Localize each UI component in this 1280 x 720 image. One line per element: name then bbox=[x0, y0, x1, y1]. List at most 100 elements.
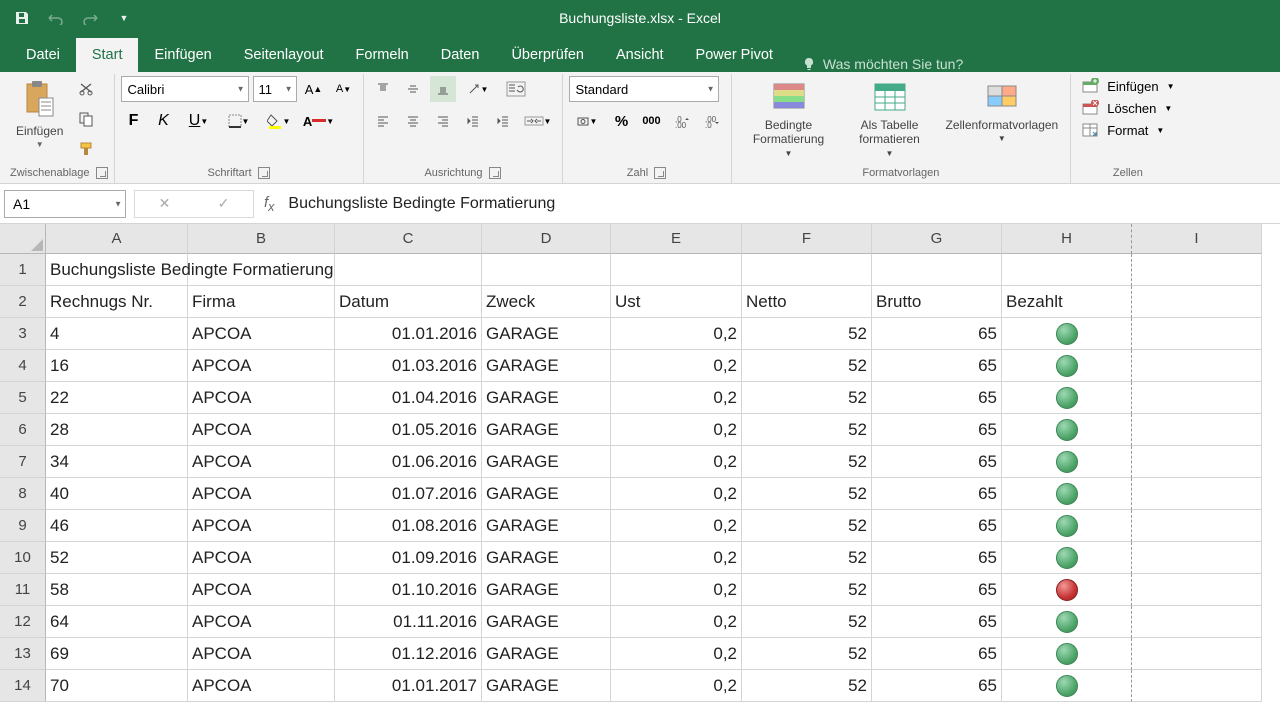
cell[interactable]: 0,2 bbox=[611, 670, 742, 702]
cell[interactable]: Rechnugs Nr. bbox=[46, 286, 188, 318]
fill-color-button[interactable]: ▼ bbox=[261, 108, 297, 134]
cell[interactable] bbox=[1002, 638, 1132, 670]
cell[interactable]: GARAGE bbox=[482, 606, 611, 638]
column-header-F[interactable]: F bbox=[742, 224, 872, 254]
cell[interactable] bbox=[1132, 350, 1262, 382]
cell[interactable] bbox=[872, 254, 1002, 286]
cell[interactable]: Brutto bbox=[872, 286, 1002, 318]
cell[interactable]: GARAGE bbox=[482, 574, 611, 606]
cell-styles-button[interactable]: Zellenformatvorlagen▼ bbox=[940, 76, 1065, 148]
row-header-12[interactable]: 12 bbox=[0, 606, 46, 638]
row-header-14[interactable]: 14 bbox=[0, 670, 46, 702]
cell[interactable]: 01.03.2016 bbox=[335, 350, 482, 382]
cell[interactable] bbox=[1002, 382, 1132, 414]
fx-icon[interactable]: fx bbox=[264, 194, 274, 214]
cell[interactable]: 22 bbox=[46, 382, 188, 414]
insert-cells-button[interactable]: Einfügen▼ bbox=[1077, 76, 1178, 96]
cell[interactable] bbox=[742, 254, 872, 286]
cell[interactable] bbox=[1002, 606, 1132, 638]
cell[interactable]: 01.08.2016 bbox=[335, 510, 482, 542]
cell[interactable]: 52 bbox=[742, 638, 872, 670]
tab-review[interactable]: Überprüfen bbox=[495, 38, 600, 72]
cell[interactable] bbox=[1132, 446, 1262, 478]
cell[interactable]: 52 bbox=[742, 574, 872, 606]
column-header-E[interactable]: E bbox=[611, 224, 742, 254]
font-size-selector[interactable]: 11▼ bbox=[253, 76, 297, 102]
clipboard-dialog-launcher[interactable] bbox=[96, 167, 108, 179]
cancel-formula-icon[interactable]: ✕ bbox=[159, 195, 171, 212]
cell[interactable]: 52 bbox=[742, 414, 872, 446]
cell[interactable]: 0,2 bbox=[611, 318, 742, 350]
align-middle[interactable] bbox=[400, 76, 426, 102]
row-header-5[interactable]: 5 bbox=[0, 382, 46, 414]
cell[interactable] bbox=[1132, 542, 1262, 574]
cell[interactable]: 65 bbox=[872, 446, 1002, 478]
column-header-G[interactable]: G bbox=[872, 224, 1002, 254]
cell[interactable]: 0,2 bbox=[611, 510, 742, 542]
cell[interactable]: 65 bbox=[872, 510, 1002, 542]
column-header-A[interactable]: A bbox=[46, 224, 188, 254]
align-center[interactable] bbox=[400, 108, 426, 134]
cell[interactable] bbox=[1132, 670, 1262, 702]
cell[interactable] bbox=[1002, 254, 1132, 286]
cell[interactable]: APCOA bbox=[188, 318, 335, 350]
font-color-button[interactable]: A ▼ bbox=[301, 108, 337, 134]
cell[interactable] bbox=[1132, 286, 1262, 318]
decrease-indent[interactable] bbox=[460, 108, 486, 134]
format-painter[interactable] bbox=[73, 136, 99, 162]
cell[interactable]: 28 bbox=[46, 414, 188, 446]
increase-font-size[interactable]: A▲ bbox=[301, 76, 327, 102]
cell[interactable]: 01.11.2016 bbox=[335, 606, 482, 638]
cell[interactable]: Bezahlt bbox=[1002, 286, 1132, 318]
cell[interactable] bbox=[1132, 478, 1262, 510]
cell[interactable] bbox=[1132, 382, 1262, 414]
cell[interactable]: 65 bbox=[872, 318, 1002, 350]
thousands-format[interactable]: 000 bbox=[639, 108, 665, 134]
cell[interactable] bbox=[1002, 478, 1132, 510]
tab-formulas[interactable]: Formeln bbox=[340, 38, 425, 72]
cell[interactable]: APCOA bbox=[188, 478, 335, 510]
cell[interactable]: APCOA bbox=[188, 414, 335, 446]
cell[interactable]: 58 bbox=[46, 574, 188, 606]
cell[interactable]: 01.06.2016 bbox=[335, 446, 482, 478]
undo-button[interactable] bbox=[44, 6, 68, 30]
row-header-1[interactable]: 1 bbox=[0, 254, 46, 286]
decrease-font-size[interactable]: A▼ bbox=[331, 76, 357, 102]
decrease-decimal[interactable]: ,00,0 bbox=[699, 108, 725, 134]
tab-view[interactable]: Ansicht bbox=[600, 38, 680, 72]
font-dialog-launcher[interactable] bbox=[258, 167, 270, 179]
italic-button[interactable]: K bbox=[151, 108, 177, 134]
cell[interactable]: APCOA bbox=[188, 542, 335, 574]
cell[interactable]: APCOA bbox=[188, 382, 335, 414]
cell[interactable]: Datum bbox=[335, 286, 482, 318]
cell[interactable]: 01.05.2016 bbox=[335, 414, 482, 446]
cell[interactable]: GARAGE bbox=[482, 542, 611, 574]
cell[interactable]: 01.07.2016 bbox=[335, 478, 482, 510]
cell[interactable]: 70 bbox=[46, 670, 188, 702]
tab-home[interactable]: Start bbox=[76, 38, 139, 72]
cell[interactable]: GARAGE bbox=[482, 350, 611, 382]
align-left[interactable] bbox=[370, 108, 396, 134]
cell[interactable]: 65 bbox=[872, 670, 1002, 702]
cell[interactable]: 01.09.2016 bbox=[335, 542, 482, 574]
cell[interactable]: 52 bbox=[742, 318, 872, 350]
align-right[interactable] bbox=[430, 108, 456, 134]
cut-button[interactable] bbox=[73, 76, 99, 102]
formula-input[interactable]: Buchungsliste Bedingte Formatierung bbox=[282, 195, 1280, 213]
cell[interactable]: 65 bbox=[872, 574, 1002, 606]
increase-indent[interactable] bbox=[490, 108, 516, 134]
redo-button[interactable] bbox=[78, 6, 102, 30]
select-all-corner[interactable] bbox=[0, 224, 46, 254]
tell-me-search[interactable]: Was möchten Sie tun? bbox=[801, 56, 963, 72]
cell[interactable]: 65 bbox=[872, 542, 1002, 574]
cell[interactable]: 0,2 bbox=[611, 606, 742, 638]
column-header-I[interactable]: I bbox=[1132, 224, 1262, 254]
cell[interactable]: 0,2 bbox=[611, 478, 742, 510]
cell[interactable]: 69 bbox=[46, 638, 188, 670]
cell[interactable]: 0,2 bbox=[611, 350, 742, 382]
cell[interactable]: 65 bbox=[872, 382, 1002, 414]
row-header-7[interactable]: 7 bbox=[0, 446, 46, 478]
cell[interactable] bbox=[1132, 414, 1262, 446]
cell[interactable]: 0,2 bbox=[611, 574, 742, 606]
cell[interactable]: 01.12.2016 bbox=[335, 638, 482, 670]
